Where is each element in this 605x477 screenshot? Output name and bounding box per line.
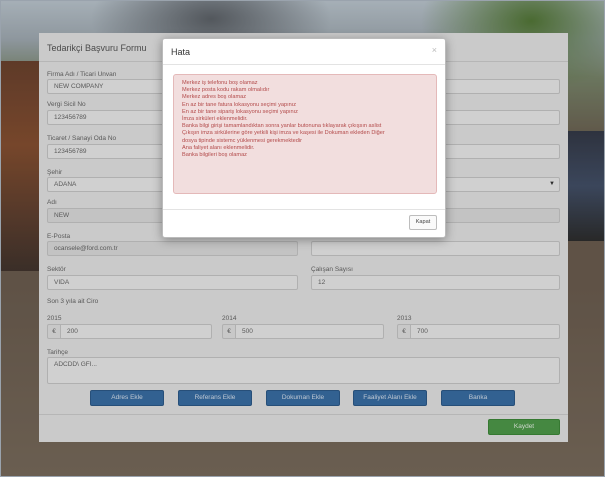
error-message: Banka bilgileri boş olamaz — [182, 152, 247, 159]
modal-footer-divider — [163, 209, 445, 210]
error-message: Ana faliyet alanı eklenmelidir. — [182, 144, 255, 151]
error-message: Merkez posta kodu rakam olmalıdır — [182, 87, 270, 94]
error-message: dosya tipinde sistemc yüklenmesi gerekme… — [182, 137, 303, 144]
browser-viewport: Tedarikçi Başvuru Formu Firma Adı / Tica… — [0, 0, 605, 477]
close-icon[interactable]: × — [432, 45, 437, 55]
error-message: Çıkışın imza sirkülerine göre yetkili ki… — [182, 130, 385, 137]
error-message: En az bir tane fatura lokasyonu seçimi y… — [182, 101, 297, 108]
close-button[interactable]: Kapat — [409, 215, 437, 230]
error-message: Merkez adres boş olamaz — [182, 94, 247, 101]
error-message: En az bir tane sipariş lokasyonu seçimi … — [182, 108, 298, 115]
error-message: Merkez iş telefonu boş olamaz — [182, 80, 258, 86]
error-alert: Merkez iş telefonu boş olamaz Merkez pos… — [173, 74, 437, 194]
error-message: Banka bilgi girişi tamamlandıktan sonra … — [182, 123, 382, 130]
modal-title: Hata — [171, 47, 191, 57]
error-message: İmza sirküleri eklenmelidir. — [182, 116, 248, 123]
error-modal: Hata × Merkez iş telefonu boş olamaz Mer… — [162, 38, 446, 238]
modal-header-divider — [163, 64, 445, 65]
